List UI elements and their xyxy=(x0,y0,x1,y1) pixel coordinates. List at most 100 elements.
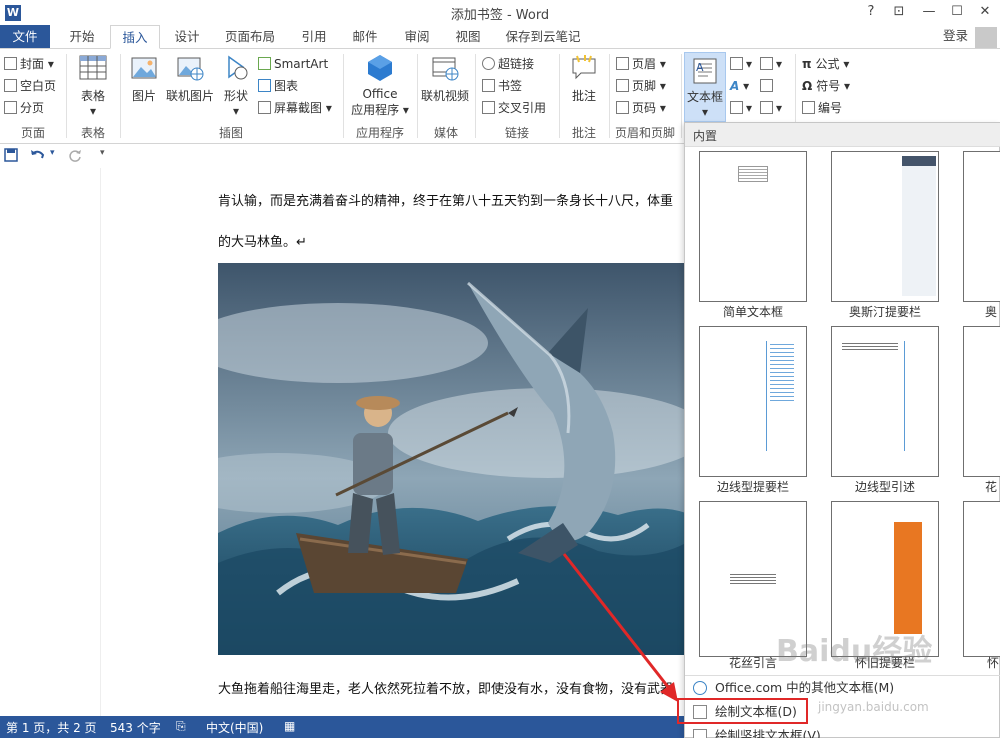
wordart-button[interactable]: A ▾ xyxy=(730,76,749,96)
shapes-button[interactable]: 形状 ▾ xyxy=(218,53,254,118)
thumb-vertical-line xyxy=(766,341,767,451)
tab-view[interactable]: 视图 xyxy=(446,25,490,49)
partial-caption-3: 怀 xyxy=(987,656,1000,670)
screenshot-button[interactable]: 屏幕截图 ▾ xyxy=(258,98,332,118)
page-number-icon xyxy=(616,101,629,114)
office-apps-button[interactable]: Office 应用程序 ▾ xyxy=(348,53,412,118)
footer-icon xyxy=(616,79,629,92)
object-icon xyxy=(760,101,773,114)
online-picture-button[interactable]: 联机图片 xyxy=(164,53,216,104)
partial-thumbnail-1[interactable] xyxy=(963,151,1000,302)
retro-sidebar-caption: 怀旧提要栏 xyxy=(854,656,915,670)
simple-textbox-caption: 简单文本框 xyxy=(722,305,783,319)
ribbon-display-options-button[interactable]: ⊡ xyxy=(888,3,910,21)
thumb-sidebar-header xyxy=(902,156,936,166)
redo-icon[interactable] xyxy=(68,148,82,162)
tab-design[interactable]: 设计 xyxy=(164,25,210,49)
minimize-button[interactable]: — xyxy=(918,3,940,21)
blank-page-button[interactable]: 空白页 xyxy=(4,76,56,96)
grid-sidebar-thumbnail[interactable] xyxy=(699,326,807,477)
chart-button[interactable]: 图表 xyxy=(258,76,298,96)
signature-line-icon xyxy=(760,57,773,70)
shapes-icon xyxy=(228,55,248,80)
close-button[interactable]: ✕ xyxy=(974,3,996,21)
save-icon[interactable] xyxy=(4,148,18,162)
partial-thumbnail-3[interactable] xyxy=(963,501,1000,657)
tab-review[interactable]: 审阅 xyxy=(394,25,440,49)
tab-save-to-cloud-notes[interactable]: 保存到云笔记 xyxy=(498,25,588,49)
omega-icon: Ω xyxy=(802,79,813,93)
word-count-status[interactable]: 543 个字 xyxy=(110,719,161,736)
quick-parts-button[interactable]: ▾ xyxy=(730,54,752,74)
symbol-button[interactable]: Ω 符号 ▾ xyxy=(802,76,850,96)
language-status[interactable]: 中文(中国) xyxy=(206,719,263,736)
tab-mailings[interactable]: 邮件 xyxy=(342,25,388,49)
group-separator xyxy=(681,54,682,138)
simple-textbox-thumbnail[interactable] xyxy=(699,151,807,302)
table-button[interactable]: 表格 ▾ xyxy=(73,53,113,118)
comment-button[interactable]: 批注 xyxy=(564,53,604,104)
paragraph-1[interactable]: 肯认输，而是充满着奋斗的精神，终于在第八十五天钓到一条身长十八尺，体重 xyxy=(218,190,673,209)
filigree-quote-thumbnail[interactable] xyxy=(699,501,807,657)
tab-page-layout[interactable]: 页面布局 xyxy=(214,25,286,49)
date-time-button[interactable] xyxy=(760,76,776,96)
signature-line-button[interactable]: ▾ xyxy=(760,54,782,74)
hyperlink-button[interactable]: 超链接 xyxy=(482,54,534,74)
help-button[interactable]: ? xyxy=(860,3,882,21)
wordart-icon: A xyxy=(730,79,740,93)
online-video-icon xyxy=(432,57,459,81)
tab-home[interactable]: 开始 xyxy=(58,25,106,49)
partial-thumbnail-2[interactable] xyxy=(963,326,1000,477)
paragraph-2[interactable]: 的大马林鱼。↵ xyxy=(218,231,307,250)
drop-cap-button[interactable]: ▾ xyxy=(730,98,752,118)
number-button[interactable]: 编号 xyxy=(802,98,842,118)
smartart-button[interactable]: SmartArt xyxy=(258,54,328,74)
textbox-button[interactable]: A 文本框 ▾ xyxy=(684,52,726,122)
ribbon-tabs: 文件 开始 插入 设计 页面布局 引用 邮件 审阅 视图 保存到云笔记 xyxy=(0,25,1000,49)
cross-reference-button[interactable]: 交叉引用 xyxy=(482,98,546,118)
page-count-status[interactable]: 第 1 页，共 2 页 xyxy=(6,719,97,736)
annotation-arrow xyxy=(562,553,678,702)
picture-button[interactable]: 图片 xyxy=(126,53,162,104)
header-button[interactable]: 页眉 ▾ xyxy=(616,54,666,74)
undo-icon[interactable] xyxy=(30,148,46,162)
footer-button[interactable]: 页脚 ▾ xyxy=(616,76,666,96)
proofing-icon[interactable]: ⎘ xyxy=(176,719,186,734)
draw-vertical-textbox-icon xyxy=(693,729,707,738)
grid-quote-thumbnail[interactable] xyxy=(831,326,939,477)
tab-references[interactable]: 引用 xyxy=(292,25,336,49)
object-button[interactable]: ▾ xyxy=(760,98,782,118)
macro-icon[interactable]: ▦ xyxy=(284,719,295,733)
page-number-button[interactable]: 页码 ▾ xyxy=(616,98,666,118)
group-label-illustrations: 插图 xyxy=(218,126,243,140)
tab-insert[interactable]: 插入 xyxy=(110,25,160,49)
bookmark-button[interactable]: 书签 xyxy=(482,76,522,96)
equation-button[interactable]: π 公式 ▾ xyxy=(802,54,849,74)
page-break-button[interactable]: 分页 xyxy=(4,98,44,118)
sign-in-link[interactable]: 登录 xyxy=(943,25,968,49)
pi-icon: π xyxy=(802,57,812,71)
partial-caption-2: 花 xyxy=(985,480,998,494)
textbox-icon: A xyxy=(693,58,717,84)
tab-file[interactable]: 文件 xyxy=(0,25,50,49)
thumb-text-preview xyxy=(738,166,768,182)
textbox-gallery-dropdown: 内置 简单文本框 奥斯汀提要栏 奥 边线型提要栏 边线型引述 花 花丝引言 怀旧… xyxy=(684,122,1000,738)
maximize-button[interactable]: ☐ xyxy=(946,3,968,21)
cover-page-button[interactable]: 封面 ▾ xyxy=(4,54,54,74)
online-video-button[interactable]: 联机视频 xyxy=(420,53,470,104)
hyperlink-icon xyxy=(482,57,495,70)
grid-sidebar-caption: 边线型提要栏 xyxy=(716,480,789,494)
draw-vertical-textbox-item[interactable]: 绘制竖排文本框(V) xyxy=(685,724,1000,738)
group-label-apps: 应用程序 xyxy=(355,126,404,140)
retro-sidebar-thumbnail[interactable] xyxy=(831,501,939,657)
picture-icon xyxy=(131,57,157,79)
cross-reference-icon xyxy=(482,101,495,114)
office-store-icon xyxy=(368,55,392,81)
customize-qat-icon[interactable]: ▾ xyxy=(100,148,105,158)
undo-dropdown-icon[interactable]: ▾ xyxy=(50,148,55,158)
more-textboxes-office-com-item[interactable]: Office.com 中的其他文本框(M) xyxy=(685,676,1000,700)
office-com-icon xyxy=(693,681,707,695)
draw-textbox-item[interactable]: 绘制文本框(D) xyxy=(685,700,1000,724)
austin-sidebar-thumbnail[interactable] xyxy=(831,151,939,302)
avatar[interactable] xyxy=(975,27,997,49)
